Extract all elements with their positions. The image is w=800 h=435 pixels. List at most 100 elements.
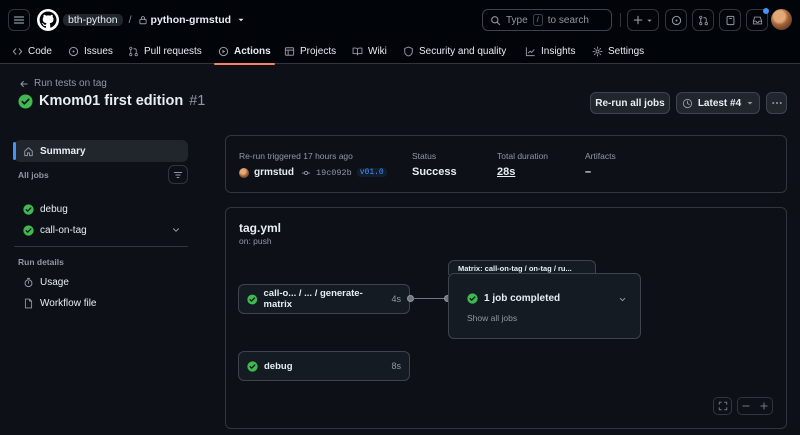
book-icon [352,47,363,55]
chevron-down-icon[interactable] [171,225,181,235]
owner-link[interactable]: bth-python [63,14,123,26]
tab-projects[interactable]: Projects [284,38,336,64]
repo-link[interactable]: python-grmstud [151,14,232,26]
check-circle-fill-icon [18,93,33,109]
sidebar-divider [14,246,188,247]
latest-attempt-dropdown[interactable]: Latest #4 [676,92,760,114]
sidebar-item-call-on-tag[interactable]: call-on-tag [14,219,188,241]
duration-label: Total duration [497,151,549,161]
back-link[interactable]: Run tests on tag [19,78,107,89]
zoom-controls [737,397,773,415]
tab-label: Code [28,45,52,57]
search-placeholder-suffix: to search [547,14,589,26]
search-input[interactable]: Type / to search [482,9,612,31]
sidebar-item-workflow-file[interactable]: Workflow file [14,292,188,314]
user-avatar-small [239,167,249,178]
file-icon [24,298,33,308]
search-placeholder-prefix: Type [506,14,528,26]
job-duration: 4s [391,294,401,304]
kebab-horizontal-icon [771,101,782,105]
tab-label: Wiki [368,45,387,57]
filter-icon [173,171,183,178]
sidebar-item-label: Summary [40,145,86,157]
repositories-button[interactable] [719,9,741,31]
issue-icon [68,46,79,56]
check-circle-fill-icon [23,203,34,215]
notification-indicator [763,8,769,14]
run-title: Kmom01 first edition [39,93,184,109]
home-icon [24,146,33,156]
notifications-button[interactable] [746,8,769,31]
tab-insights[interactable]: Insights [525,38,575,64]
tab-wiki[interactable]: Wiki [352,38,387,64]
sidebar-item-label: Usage [40,276,69,288]
zoom-in-icon[interactable] [759,401,769,411]
gear-icon [592,46,603,56]
issues-button[interactable] [665,9,687,31]
history-icon [682,98,692,108]
lock-icon [138,16,147,25]
job-duration: 8s [391,361,401,371]
plus-icon [633,15,643,25]
tab-label: Issues [84,45,113,57]
pull-requests-button[interactable] [692,9,714,31]
tab-settings[interactable]: Settings [592,38,644,64]
menu-button[interactable] [8,9,30,31]
workflow-trigger: on: push [239,236,272,246]
filter-jobs-button[interactable] [168,165,188,184]
latest-label: Latest #4 [697,97,742,109]
rerun-label: Re-run all jobs [595,97,665,109]
tab-issues[interactable]: Issues [68,38,113,64]
chevron-down-icon[interactable] [618,295,627,304]
zoom-out-icon[interactable] [741,401,751,411]
job-label: debug [264,360,293,372]
job-debug[interactable]: debug 8s [238,351,410,381]
run-details-heading: Run details [18,257,64,267]
artifacts-label: Artifacts [585,151,616,161]
tab-label: Pull requests [144,45,202,57]
chevron-down-icon[interactable] [236,15,246,25]
job-label: call-o... / ... / generate-matrix [263,288,363,310]
run-number: #1 [189,93,206,109]
sidebar-item-debug[interactable]: debug [14,198,188,220]
job-generate-matrix[interactable]: call-o... / ... / generate-matrix 4s [238,284,410,314]
duration-value[interactable]: 28s [497,166,515,178]
matrix-status-row[interactable]: 1 job completed [467,293,560,304]
hamburger-icon [13,16,25,24]
show-all-jobs-link[interactable]: Show all jobs [467,313,517,323]
sidebar-item-label: debug [40,203,68,215]
sidebar-item-usage[interactable]: Usage [14,271,188,293]
arrow-left-icon [20,80,28,87]
more-options-button[interactable] [766,92,787,114]
tab-label: Security and quality [419,45,507,57]
back-link-label: Run tests on tag [34,78,107,89]
check-circle-fill-icon [23,224,34,236]
tag-label[interactable]: v01.0 [356,168,387,177]
github-logo-icon[interactable] [37,9,59,31]
rerun-all-jobs-button[interactable]: Re-run all jobs [590,92,670,114]
divider [620,13,621,27]
check-circle-fill-icon [247,360,258,372]
trigger-details: grmstud 19c092b v01.0 [239,167,387,178]
search-icon [491,15,501,25]
repo-nav: Code Issues Pull requests Actions Projec… [0,38,800,65]
sidebar-item-summary[interactable]: Summary [13,140,188,162]
fullscreen-button[interactable] [713,397,732,415]
tab-code[interactable]: Code [12,38,52,64]
user-avatar[interactable] [771,9,792,30]
commit-sha[interactable]: 19c092b [316,168,352,178]
caret-down-icon [647,19,652,22]
create-new-button[interactable] [627,9,659,31]
tab-security-and-quality[interactable]: Security and quality [403,38,506,64]
tab-actions[interactable]: Actions [214,38,275,65]
sidebar-item-label: call-on-tag [40,224,87,236]
status-label: Status [412,151,437,161]
play-icon [218,46,229,56]
tab-label: Projects [300,45,337,57]
workflow-file-name: tag.yml [239,221,282,235]
trigger-user[interactable]: grmstud [254,167,294,178]
issue-opened-icon [671,15,681,25]
tab-pull-requests[interactable]: Pull requests [128,38,202,64]
sidebar-item-label: Workflow file [40,297,97,309]
fullscreen-icon [718,401,727,411]
